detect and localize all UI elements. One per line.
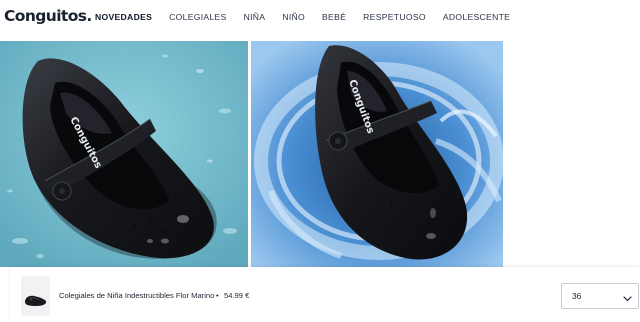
product-price: 54.99 € <box>224 291 250 300</box>
brand-logo[interactable]: Conguitos. <box>4 7 92 25</box>
nav-item-nino[interactable]: NIÑO <box>282 12 305 26</box>
brand-logo-dot: . <box>86 7 92 25</box>
nav-item-nina[interactable]: NIÑA <box>244 12 266 26</box>
size-select[interactable]: 36 <box>561 283 639 309</box>
product-photo-2[interactable]: Conguitos <box>251 41 503 267</box>
nav-item-adolescente[interactable]: ADOLESCENTE <box>443 12 510 26</box>
product-name: Colegiales de Niña Indestructibles Flor … <box>59 291 215 300</box>
brand-logo-text: Conguitos <box>4 7 87 25</box>
size-selected-value: 36 <box>572 291 582 301</box>
separator-dot: • <box>216 291 219 300</box>
nav-item-respetuoso[interactable]: RESPETUOSO <box>363 12 426 26</box>
sticky-product-bar: Colegiales de Niña Indestructibles Flor … <box>10 267 640 322</box>
nav-item-bebe[interactable]: BEBÉ <box>322 12 346 26</box>
shoe-thumbnail-image <box>21 276 50 316</box>
chevron-down-icon <box>622 291 633 302</box>
product-photo-1[interactable]: Conguitos <box>0 41 248 267</box>
site-header: Conguitos. NOVEDADES COLEGIALES NIÑA NIÑ… <box>0 0 640 36</box>
nav-item-colegiales[interactable]: COLEGIALES <box>169 12 226 26</box>
product-thumbnail[interactable] <box>21 276 50 316</box>
shoe-water-splash-image: Conguitos <box>251 41 503 267</box>
nav-item-novedades[interactable]: NOVEDADES <box>95 12 152 26</box>
main-nav: NOVEDADES COLEGIALES NIÑA NIÑO BEBÉ RESP… <box>95 12 510 26</box>
shoe-on-water-image: Conguitos <box>0 41 248 267</box>
